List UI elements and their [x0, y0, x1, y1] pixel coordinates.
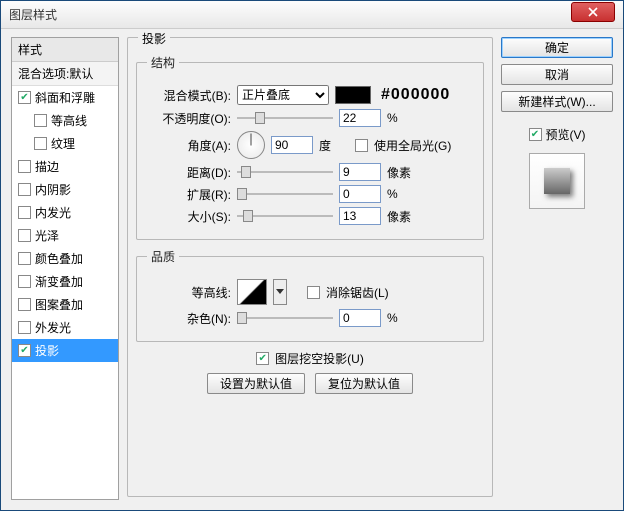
right-buttons: 确定 取消 新建样式(W)... 预览(V)	[501, 37, 613, 500]
global-light-checkbox[interactable]	[355, 139, 368, 152]
style-label: 内阴影	[35, 181, 71, 198]
style-item-7[interactable]: 颜色叠加	[12, 247, 118, 270]
distance-input[interactable]	[339, 163, 381, 181]
style-checkbox[interactable]	[18, 160, 31, 173]
knockout-label: 图层挖空投影(U)	[275, 350, 364, 367]
style-checkbox[interactable]	[34, 137, 47, 150]
style-label: 投影	[35, 342, 59, 359]
settings-panel: 投影 结构 混合模式(B): 正片叠底 #000000 不透明度(O): %	[127, 37, 493, 500]
size-label: 大小(S):	[147, 208, 231, 225]
spread-input[interactable]	[339, 185, 381, 203]
style-item-9[interactable]: 图案叠加	[12, 293, 118, 316]
noise-input[interactable]	[339, 309, 381, 327]
style-label: 渐变叠加	[35, 273, 83, 290]
angle-unit: 度	[319, 137, 349, 154]
noise-slider[interactable]	[237, 311, 333, 325]
style-item-8[interactable]: 渐变叠加	[12, 270, 118, 293]
style-checkbox[interactable]	[34, 114, 47, 127]
spread-label: 扩展(R):	[147, 186, 231, 203]
style-checkbox[interactable]	[18, 183, 31, 196]
style-item-10[interactable]: 外发光	[12, 316, 118, 339]
style-label: 光泽	[35, 227, 59, 244]
shadow-color-hex: #000000	[381, 86, 450, 104]
structure-legend: 结构	[147, 54, 179, 71]
style-item-1[interactable]: 等高线	[12, 109, 118, 132]
size-input[interactable]	[339, 207, 381, 225]
style-label: 纹理	[51, 135, 75, 152]
quality-legend: 品质	[147, 248, 179, 265]
style-checkbox[interactable]	[18, 321, 31, 334]
spread-slider[interactable]	[237, 187, 333, 201]
spread-unit: %	[387, 187, 417, 201]
style-checkbox[interactable]	[18, 206, 31, 219]
dialog-window: 图层样式 样式 混合选项:默认 斜面和浮雕等高线纹理描边内阴影内发光光泽颜色叠加…	[0, 0, 624, 511]
style-item-6[interactable]: 光泽	[12, 224, 118, 247]
panel-title: 投影	[138, 30, 170, 47]
chevron-down-icon	[276, 289, 284, 295]
style-item-0[interactable]: 斜面和浮雕	[12, 86, 118, 109]
style-checkbox[interactable]	[18, 252, 31, 265]
titlebar: 图层样式	[1, 1, 623, 29]
global-light-label: 使用全局光(G)	[374, 137, 451, 154]
ok-button[interactable]: 确定	[501, 37, 613, 58]
style-item-11[interactable]: 投影	[12, 339, 118, 362]
cancel-button[interactable]: 取消	[501, 64, 613, 85]
style-label: 斜面和浮雕	[35, 89, 95, 106]
blending-options[interactable]: 混合选项:默认	[12, 62, 118, 86]
new-style-button[interactable]: 新建样式(W)...	[501, 91, 613, 112]
contour-dropdown[interactable]	[273, 279, 287, 305]
set-default-button[interactable]: 设置为默认值	[207, 373, 305, 394]
window-title: 图层样式	[9, 6, 571, 23]
noise-label: 杂色(N):	[147, 310, 231, 327]
reset-default-button[interactable]: 复位为默认值	[315, 373, 413, 394]
opacity-slider[interactable]	[237, 111, 333, 125]
shadow-color-swatch[interactable]	[335, 86, 371, 104]
style-label: 外发光	[35, 319, 71, 336]
style-checkbox[interactable]	[18, 91, 31, 104]
style-label: 描边	[35, 158, 59, 175]
preview-label: 预览(V)	[546, 126, 586, 143]
knockout-checkbox[interactable]	[256, 352, 269, 365]
style-checkbox[interactable]	[18, 298, 31, 311]
style-item-2[interactable]: 纹理	[12, 132, 118, 155]
opacity-unit: %	[387, 111, 417, 125]
angle-input[interactable]	[271, 136, 313, 154]
blend-mode-select[interactable]: 正片叠底	[237, 85, 329, 105]
preview-checkbox[interactable]	[529, 128, 542, 141]
style-label: 内发光	[35, 204, 71, 221]
close-button[interactable]	[571, 2, 615, 22]
style-checkbox[interactable]	[18, 275, 31, 288]
angle-label: 角度(A):	[147, 137, 231, 154]
style-label: 图案叠加	[35, 296, 83, 313]
distance-slider[interactable]	[237, 165, 333, 179]
contour-picker[interactable]	[237, 279, 267, 305]
style-item-5[interactable]: 内发光	[12, 201, 118, 224]
close-icon	[588, 7, 598, 17]
style-item-4[interactable]: 内阴影	[12, 178, 118, 201]
quality-group: 品质 等高线: 消除锯齿(L) 杂色(N): %	[136, 248, 484, 342]
size-unit: 像素	[387, 208, 417, 225]
style-checkbox[interactable]	[18, 344, 31, 357]
style-item-3[interactable]: 描边	[12, 155, 118, 178]
styles-header[interactable]: 样式	[12, 38, 118, 62]
noise-unit: %	[387, 311, 417, 325]
style-label: 颜色叠加	[35, 250, 83, 267]
distance-label: 距离(D):	[147, 164, 231, 181]
angle-dial[interactable]	[237, 131, 265, 159]
preview-thumbnail	[529, 153, 585, 209]
styles-list: 样式 混合选项:默认 斜面和浮雕等高线纹理描边内阴影内发光光泽颜色叠加渐变叠加图…	[11, 37, 119, 500]
style-label: 等高线	[51, 112, 87, 129]
style-checkbox[interactable]	[18, 229, 31, 242]
distance-unit: 像素	[387, 164, 417, 181]
opacity-label: 不透明度(O):	[147, 110, 231, 127]
antialias-label: 消除锯齿(L)	[326, 284, 389, 301]
opacity-input[interactable]	[339, 109, 381, 127]
contour-label: 等高线:	[147, 284, 231, 301]
structure-group: 结构 混合模式(B): 正片叠底 #000000 不透明度(O): %	[136, 54, 484, 240]
size-slider[interactable]	[237, 209, 333, 223]
blend-mode-label: 混合模式(B):	[147, 87, 231, 104]
antialias-checkbox[interactable]	[307, 286, 320, 299]
